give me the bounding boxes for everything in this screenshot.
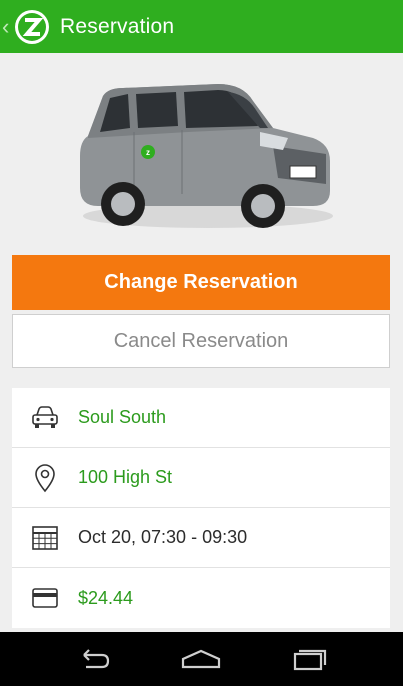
nav-recents-icon[interactable] <box>279 639 339 679</box>
credit-card-icon <box>12 568 78 628</box>
system-nav-bar <box>0 632 403 686</box>
app-bar: ‹ Reservation <box>0 0 403 53</box>
reservation-details-card: Soul South 100 High St Oct 20, 07:30 - 0… <box>12 388 390 628</box>
chevron-left-icon[interactable]: ‹ <box>2 15 12 38</box>
calendar-icon <box>12 508 78 568</box>
svg-text:z: z <box>146 148 150 157</box>
cancel-reservation-button[interactable]: Cancel Reservation <box>12 314 390 368</box>
zipcar-logo-icon[interactable] <box>12 7 52 47</box>
nav-back-icon[interactable] <box>64 639 124 679</box>
car-icon <box>12 388 78 448</box>
list-item-price[interactable]: $24.44 <box>12 568 390 628</box>
location-pin-icon <box>12 448 78 508</box>
change-reservation-button[interactable]: Change Reservation <box>12 255 390 310</box>
nav-home-icon[interactable] <box>171 639 231 679</box>
list-item-vehicle[interactable]: Soul South <box>12 388 390 448</box>
reservation-price: $24.44 <box>78 587 134 608</box>
car-image: z <box>68 66 338 234</box>
reservation-time: Oct 20, 07:30 - 09:30 <box>78 527 248 547</box>
location-address: 100 High St <box>78 467 173 487</box>
list-item-location[interactable]: 100 High St <box>12 448 390 508</box>
list-item-time[interactable]: Oct 20, 07:30 - 09:30 <box>12 508 390 568</box>
page-title: Reservation <box>60 14 175 38</box>
vehicle-name: Soul South <box>78 407 167 427</box>
